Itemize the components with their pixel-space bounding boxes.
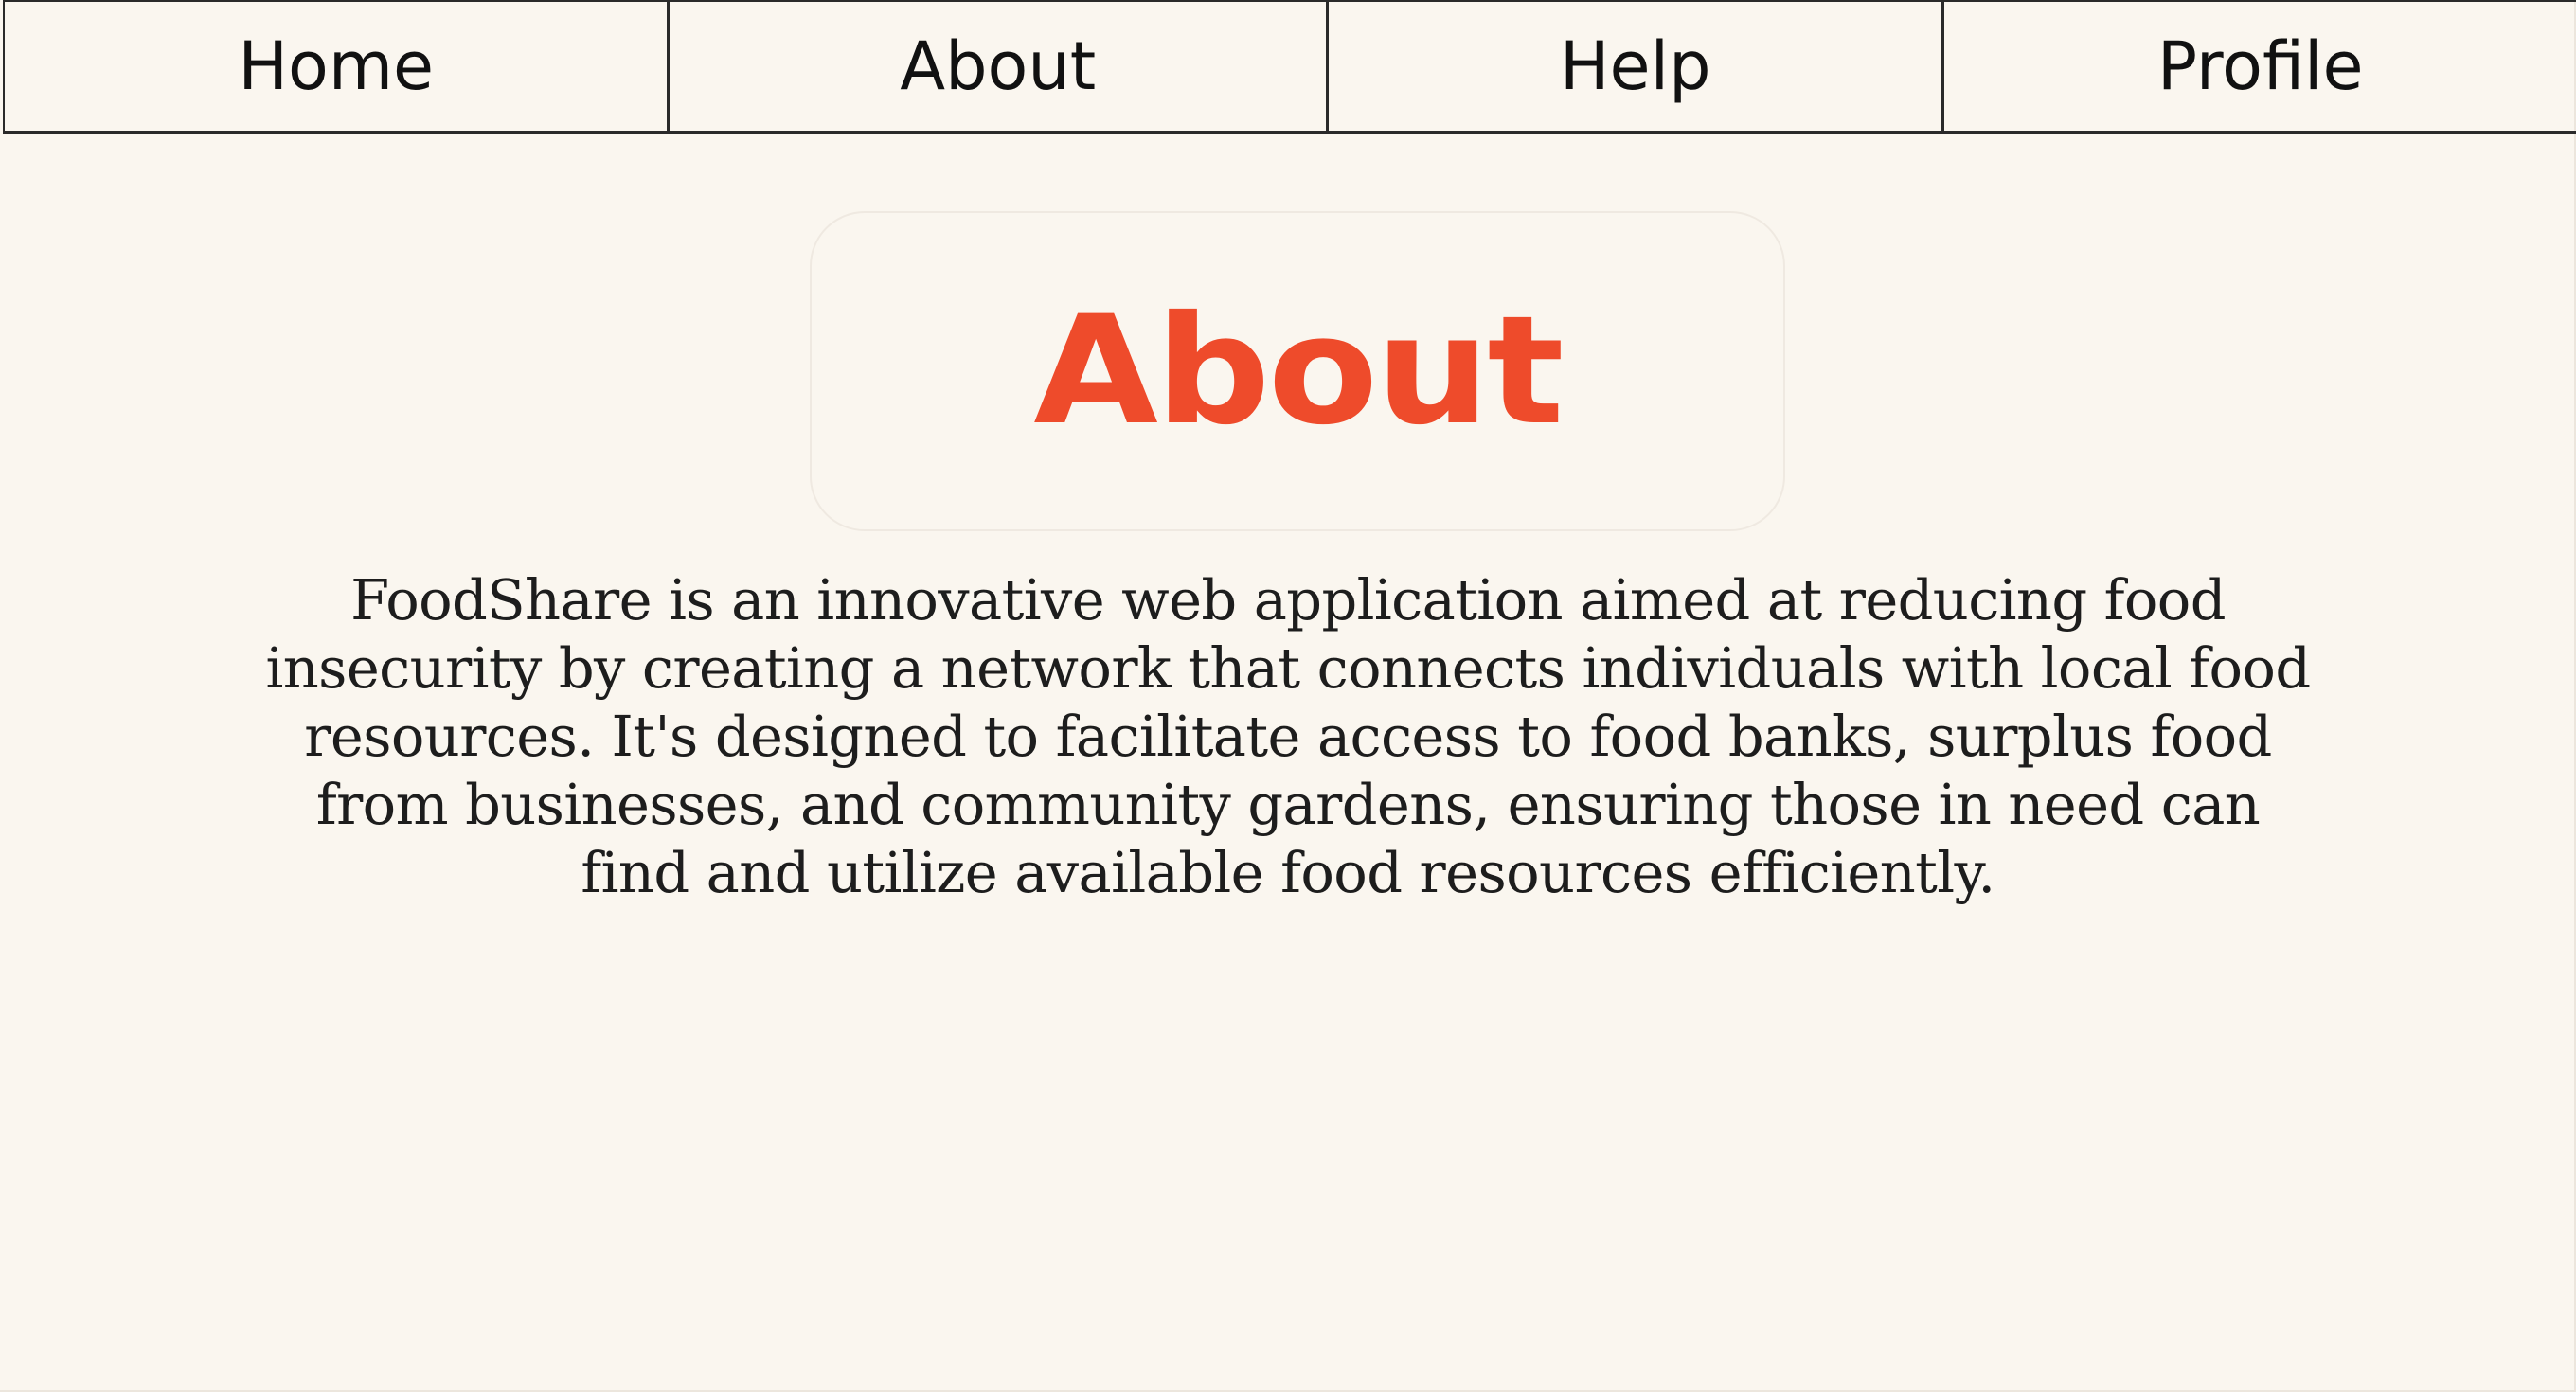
nav-help-link[interactable]: Help <box>1329 2 1945 131</box>
nav-profile-link[interactable]: Profile <box>1944 2 2576 131</box>
page-title: About <box>1033 283 1564 459</box>
nav-home-link[interactable]: Home <box>5 2 671 131</box>
top-navigation: Home About Help Profile <box>3 0 2576 134</box>
about-title-card: About <box>810 211 1785 531</box>
nav-about-link[interactable]: About <box>670 2 1329 131</box>
about-description: FoodShare is an innovative web applicati… <box>265 567 2311 905</box>
